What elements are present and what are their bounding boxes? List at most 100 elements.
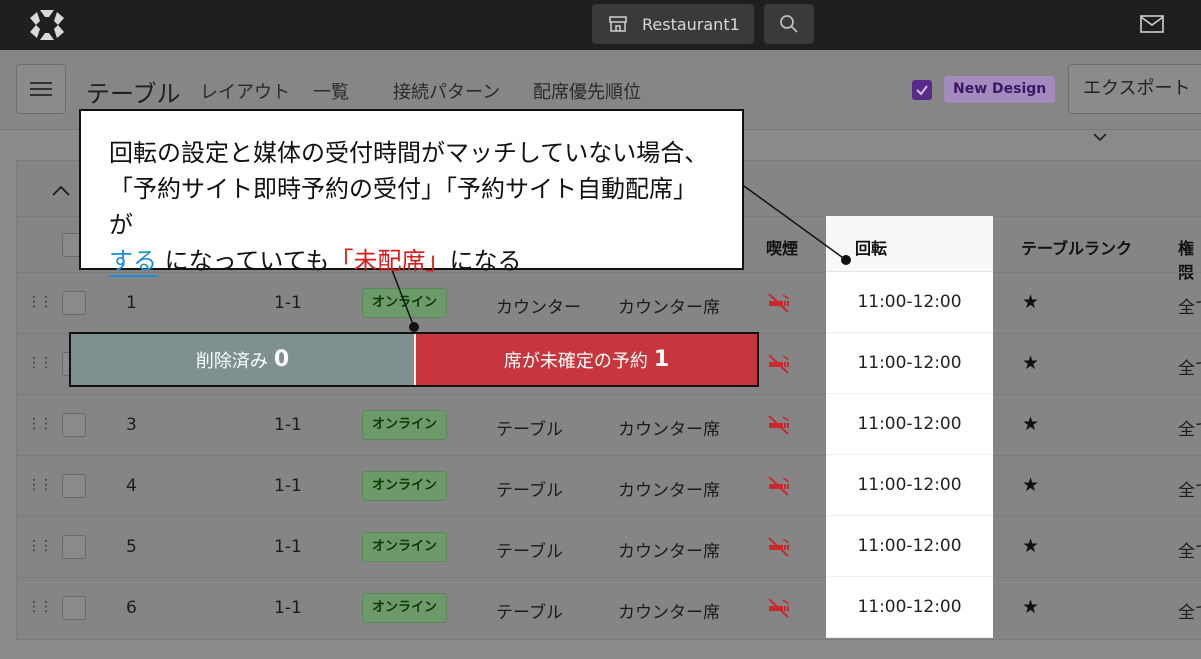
rank-star-icon: ★ xyxy=(1022,352,1040,374)
callout-text-end: になる xyxy=(449,247,522,275)
online-badge: オンライン xyxy=(362,471,448,501)
callout-line-3: する になっていても「未配席」になる xyxy=(109,243,714,279)
no-smoking-icon xyxy=(766,597,792,619)
table-type: カウンター xyxy=(496,298,581,318)
seat-type: カウンター席 xyxy=(618,603,720,623)
chevron-down-icon xyxy=(1093,133,1107,142)
table-row[interactable]: ⋮⋮ 5 1-1 オンライン テーブル カウンター席 ★ 全て xyxy=(16,516,1201,577)
header-rotation: 回転 xyxy=(855,239,888,258)
deleted-label: 削除済み xyxy=(195,350,268,372)
table-row[interactable]: ⋮⋮ 4 1-1 オンライン テーブル カウンター席 ★ 全て xyxy=(16,455,1201,516)
rotation-cell: 11:00-12:00 xyxy=(826,577,993,638)
table-area: 1-1 xyxy=(274,598,302,618)
chevron-up-icon[interactable] xyxy=(52,178,70,202)
table-number: 3 xyxy=(126,415,137,435)
table-row[interactable]: ⋮⋮ 6 1-1 オンライン テーブル カウンター席 ★ 全て xyxy=(16,577,1201,638)
table-permission: 全て xyxy=(1178,603,1201,623)
drag-handle-icon[interactable]: ⋮⋮ xyxy=(27,294,53,310)
header-smoking: 喫煙 xyxy=(766,239,799,258)
drag-handle-icon[interactable]: ⋮⋮ xyxy=(27,599,53,615)
tab-layout[interactable]: レイアウト xyxy=(200,78,290,104)
online-badge: オンライン xyxy=(362,532,448,562)
rotation-cell: 11:00-12:00 xyxy=(826,394,993,455)
rank-star-icon: ★ xyxy=(1022,474,1040,496)
no-smoking-icon xyxy=(766,475,792,497)
tab-connection-pattern[interactable]: 接続パターン xyxy=(393,78,500,104)
table-number: 6 xyxy=(126,598,137,618)
page-title: テーブル xyxy=(86,80,181,108)
drag-handle-icon[interactable]: ⋮⋮ xyxy=(27,538,53,554)
rotation-cell: 11:00-12:00 xyxy=(826,333,993,394)
table-type: テーブル xyxy=(496,481,563,501)
search-icon xyxy=(780,15,798,33)
seat-type: カウンター席 xyxy=(618,542,720,562)
row-checkbox[interactable] xyxy=(62,474,86,498)
table-permission: 全て xyxy=(1178,481,1201,501)
no-smoking-icon xyxy=(766,536,792,558)
new-design-badge: New Design xyxy=(944,76,1056,103)
table-row[interactable]: ⋮⋮ 3 1-1 オンライン テーブル カウンター席 ★ 全て xyxy=(16,394,1201,455)
rank-star-icon: ★ xyxy=(1022,413,1040,435)
table-row[interactable]: ⋮⋮ 1 1-1 オンライン カウンター カウンター席 ★ 全て xyxy=(16,272,1201,333)
drag-handle-icon[interactable]: ⋮⋮ xyxy=(27,477,53,493)
online-badge: オンライン xyxy=(362,593,448,623)
row-checkbox[interactable] xyxy=(62,535,86,559)
reservation-status-bar: 削除済み 0 席が未確定の予約 1 xyxy=(69,332,759,387)
header-rotation-cell: 回転 xyxy=(826,216,993,272)
table-permission: 全て xyxy=(1178,298,1201,318)
table-permission: 全て xyxy=(1178,420,1201,440)
table-area: 1-1 xyxy=(274,476,302,496)
rotation-cell: 11:00-12:00 xyxy=(826,272,993,333)
unassigned-count: 1 xyxy=(653,347,670,372)
restaurant-name: Restaurant1 xyxy=(642,14,740,34)
table-type: テーブル xyxy=(496,542,563,562)
no-smoking-icon xyxy=(766,292,792,314)
callout-line-1: 回転の設定と媒体の受付時間がマッチしていない場合、 xyxy=(109,139,709,167)
row-checkbox[interactable] xyxy=(62,413,86,437)
export-button[interactable]: エクスポート xyxy=(1068,64,1201,142)
table-area: 1-1 xyxy=(274,537,302,557)
callout-pointer-dot xyxy=(409,322,419,332)
deleted-count: 0 xyxy=(273,347,290,372)
table-number: 5 xyxy=(126,537,137,557)
rotation-cell: 11:00-12:00 xyxy=(826,516,993,577)
table-area: 1-1 xyxy=(274,415,302,435)
store-icon xyxy=(609,16,627,32)
callout-highlight-red: 「未配席」 xyxy=(329,247,450,275)
callout-pointer-dot xyxy=(841,255,851,265)
callout-highlight-blue: する xyxy=(109,247,157,277)
tab-seating-priority[interactable]: 配席優先順位 xyxy=(533,78,641,104)
app-logo-icon[interactable] xyxy=(28,8,66,42)
mail-icon[interactable] xyxy=(1140,14,1164,34)
restaurant-selector[interactable]: Restaurant1 xyxy=(592,4,754,44)
rotation-cell: 11:00-12:00 xyxy=(826,455,993,516)
no-smoking-icon xyxy=(766,353,792,375)
menu-button[interactable] xyxy=(16,64,66,114)
seat-type: カウンター席 xyxy=(618,420,720,440)
row-checkbox[interactable] xyxy=(62,291,86,315)
new-design-checkbox[interactable] xyxy=(912,80,932,100)
drag-handle-icon[interactable]: ⋮⋮ xyxy=(27,416,53,432)
row-checkbox[interactable] xyxy=(62,596,86,620)
drag-handle-icon[interactable]: ⋮⋮ xyxy=(27,355,53,371)
no-smoking-icon xyxy=(766,414,792,436)
unassigned-status[interactable]: 席が未確定の予約 1 xyxy=(416,334,757,385)
table-number: 1 xyxy=(126,293,137,313)
rank-star-icon: ★ xyxy=(1022,596,1040,618)
table-area: 1-1 xyxy=(274,293,302,313)
table-type: テーブル xyxy=(496,603,563,623)
unassigned-label: 席が未確定の予約 xyxy=(503,350,648,372)
tab-list[interactable]: 一覧 xyxy=(313,78,349,104)
deleted-status[interactable]: 削除済み 0 xyxy=(71,334,416,385)
table-permission: 全て xyxy=(1178,359,1201,379)
seat-type: カウンター席 xyxy=(618,481,720,501)
rank-star-icon: ★ xyxy=(1022,291,1040,313)
rank-star-icon: ★ xyxy=(1022,535,1040,557)
online-badge: オンライン xyxy=(362,410,448,440)
export-label: エクスポート xyxy=(1083,78,1191,99)
top-bar: Restaurant1 xyxy=(0,0,1201,50)
callout-text: になっていても xyxy=(157,247,330,275)
rotation-column: 回転 11:00-12:00 11:00-12:00 11:00-12:00 11:0… xyxy=(826,216,993,638)
hamburger-icon xyxy=(30,82,52,96)
search-button[interactable] xyxy=(764,4,814,44)
